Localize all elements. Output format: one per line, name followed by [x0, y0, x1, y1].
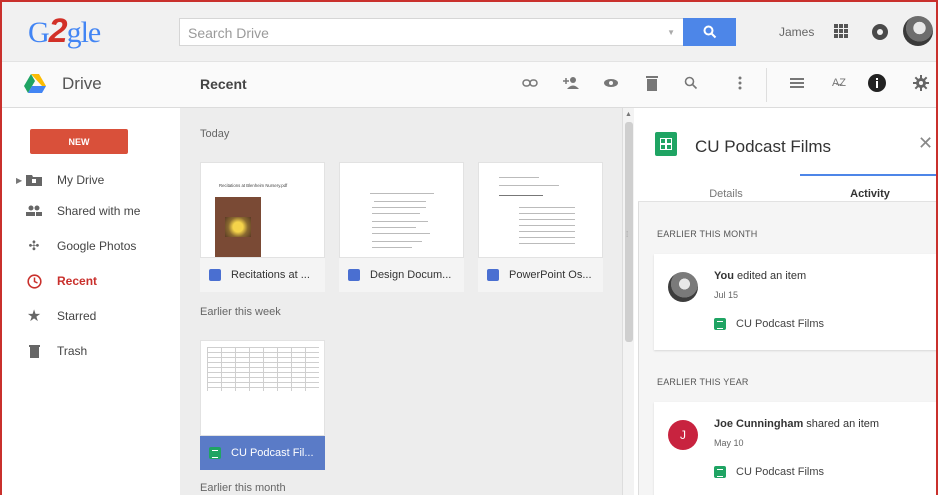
doc-icon — [348, 269, 360, 281]
tab-activity[interactable]: Activity — [800, 188, 938, 200]
activity-card[interactable]: J Joe Cunningham shared an item May 10 C… — [654, 402, 938, 495]
search-options-caret-icon[interactable]: ▼ — [667, 28, 675, 37]
list-view-icon[interactable] — [786, 72, 808, 94]
section-label: Today — [200, 128, 230, 140]
sidebar-item-label: Trash — [57, 344, 88, 358]
folder-icon — [26, 172, 42, 188]
doc-icon — [209, 269, 221, 281]
avatar — [668, 272, 698, 302]
thumbnail-image — [215, 197, 261, 257]
file-thumbnail — [339, 162, 464, 258]
activity-file-link[interactable]: CU Podcast Films — [714, 466, 824, 478]
drive-app-label[interactable]: Drive — [62, 74, 102, 94]
sidebar-item-photos[interactable]: ✣ Google Photos — [0, 233, 180, 259]
clock-icon — [26, 273, 42, 289]
file-name: CU Podcast Fil... — [200, 436, 325, 470]
file-name: PowerPoint Os... — [478, 258, 603, 292]
file-thumbnail — [478, 162, 603, 258]
thumbnail-title: Recitations at Blenheim Nursery.pdf — [219, 183, 288, 188]
tab-details[interactable]: Details — [656, 188, 796, 200]
info-icon[interactable] — [866, 72, 888, 94]
expand-caret-icon[interactable]: ▶ — [16, 176, 22, 185]
file-thumbnail: Recitations at Blenheim Nursery.pdf — [200, 162, 325, 258]
section-label: Earlier this week — [200, 306, 281, 318]
activity-group-label: EARLIER THIS YEAR — [657, 377, 749, 387]
page-title: Recent — [200, 76, 247, 92]
pinwheel-icon: ✣ — [28, 238, 40, 253]
sidebar-item-my-drive[interactable]: ▶ My Drive — [0, 167, 180, 193]
sidebar-item-recent[interactable]: Recent — [0, 268, 180, 294]
toolbar-divider — [766, 68, 767, 102]
sidebar-item-label: My Drive — [57, 173, 105, 187]
sheet-icon — [655, 132, 677, 156]
sidebar-item-shared[interactable]: Shared with me — [0, 198, 180, 224]
notifications-icon[interactable] — [872, 24, 888, 40]
file-name: Recitations at ... — [200, 258, 325, 292]
star-icon: ★ — [26, 308, 42, 325]
activity-text: You edited an item — [714, 270, 807, 282]
settings-icon[interactable] — [910, 72, 932, 94]
avatar[interactable] — [903, 16, 933, 46]
search-button[interactable] — [683, 18, 736, 46]
user-name[interactable]: James — [779, 25, 814, 39]
add-person-icon[interactable] — [560, 72, 582, 94]
file-card[interactable]: Design Docum... — [339, 162, 464, 292]
search-icon — [703, 25, 716, 39]
section-label: Earlier this month — [200, 482, 286, 494]
search-files-icon[interactable] — [680, 72, 702, 94]
activity-date: Jul 15 — [714, 290, 739, 300]
file-card[interactable]: PowerPoint Os... — [478, 162, 603, 292]
new-button[interactable]: NEW — [30, 129, 128, 154]
sidebar-item-label: Starred — [57, 309, 97, 323]
close-icon[interactable]: ✕ — [918, 133, 933, 154]
activity-file-link[interactable]: CU Podcast Films — [714, 318, 824, 330]
activity-text: Joe Cunningham shared an item — [714, 418, 880, 430]
sidebar-item-starred[interactable]: ★ Starred — [0, 303, 180, 329]
file-name: Design Docum... — [339, 258, 464, 292]
file-thumbnail — [200, 340, 325, 436]
avatar: J — [668, 420, 698, 450]
preview-icon[interactable] — [600, 72, 622, 94]
search-input[interactable]: Search Drive ▼ — [179, 18, 683, 46]
file-card[interactable]: CU Podcast Fil... — [200, 340, 325, 470]
sidebar-item-label: Shared with me — [57, 204, 141, 218]
activity-card[interactable]: You edited an item Jul 15 CU Podcast Fil… — [654, 254, 938, 350]
sheet-icon — [714, 318, 726, 330]
sort-az-icon[interactable]: A̶Z — [828, 72, 850, 94]
sidebar-item-label: Recent — [57, 274, 98, 288]
drive-logo-icon — [24, 74, 46, 93]
details-title: CU Podcast Films — [695, 137, 832, 156]
sheet-icon — [714, 466, 726, 478]
trash-icon[interactable] — [641, 72, 663, 94]
panel-resize-handle[interactable]: ⁞ — [626, 230, 628, 239]
activity-group-label: EARLIER THIS MONTH — [657, 229, 758, 239]
google-logo[interactable]: G2gle — [28, 12, 101, 51]
file-card[interactable]: Recitations at Blenheim Nursery.pdf Reci… — [200, 162, 325, 292]
scroll-up-arrow-icon[interactable]: ▲ — [625, 111, 632, 118]
people-icon — [26, 203, 42, 219]
sheet-icon — [209, 447, 221, 459]
sidebar-item-label: Google Photos — [57, 239, 137, 253]
link-icon[interactable] — [519, 72, 541, 94]
more-vert-icon[interactable] — [729, 72, 751, 94]
apps-grid-icon[interactable] — [834, 24, 848, 38]
active-tab-indicator — [800, 174, 938, 176]
activity-date: May 10 — [714, 438, 744, 448]
sidebar-item-trash[interactable]: Trash — [0, 338, 180, 364]
doc-icon — [487, 269, 499, 281]
trash-icon — [26, 343, 42, 359]
